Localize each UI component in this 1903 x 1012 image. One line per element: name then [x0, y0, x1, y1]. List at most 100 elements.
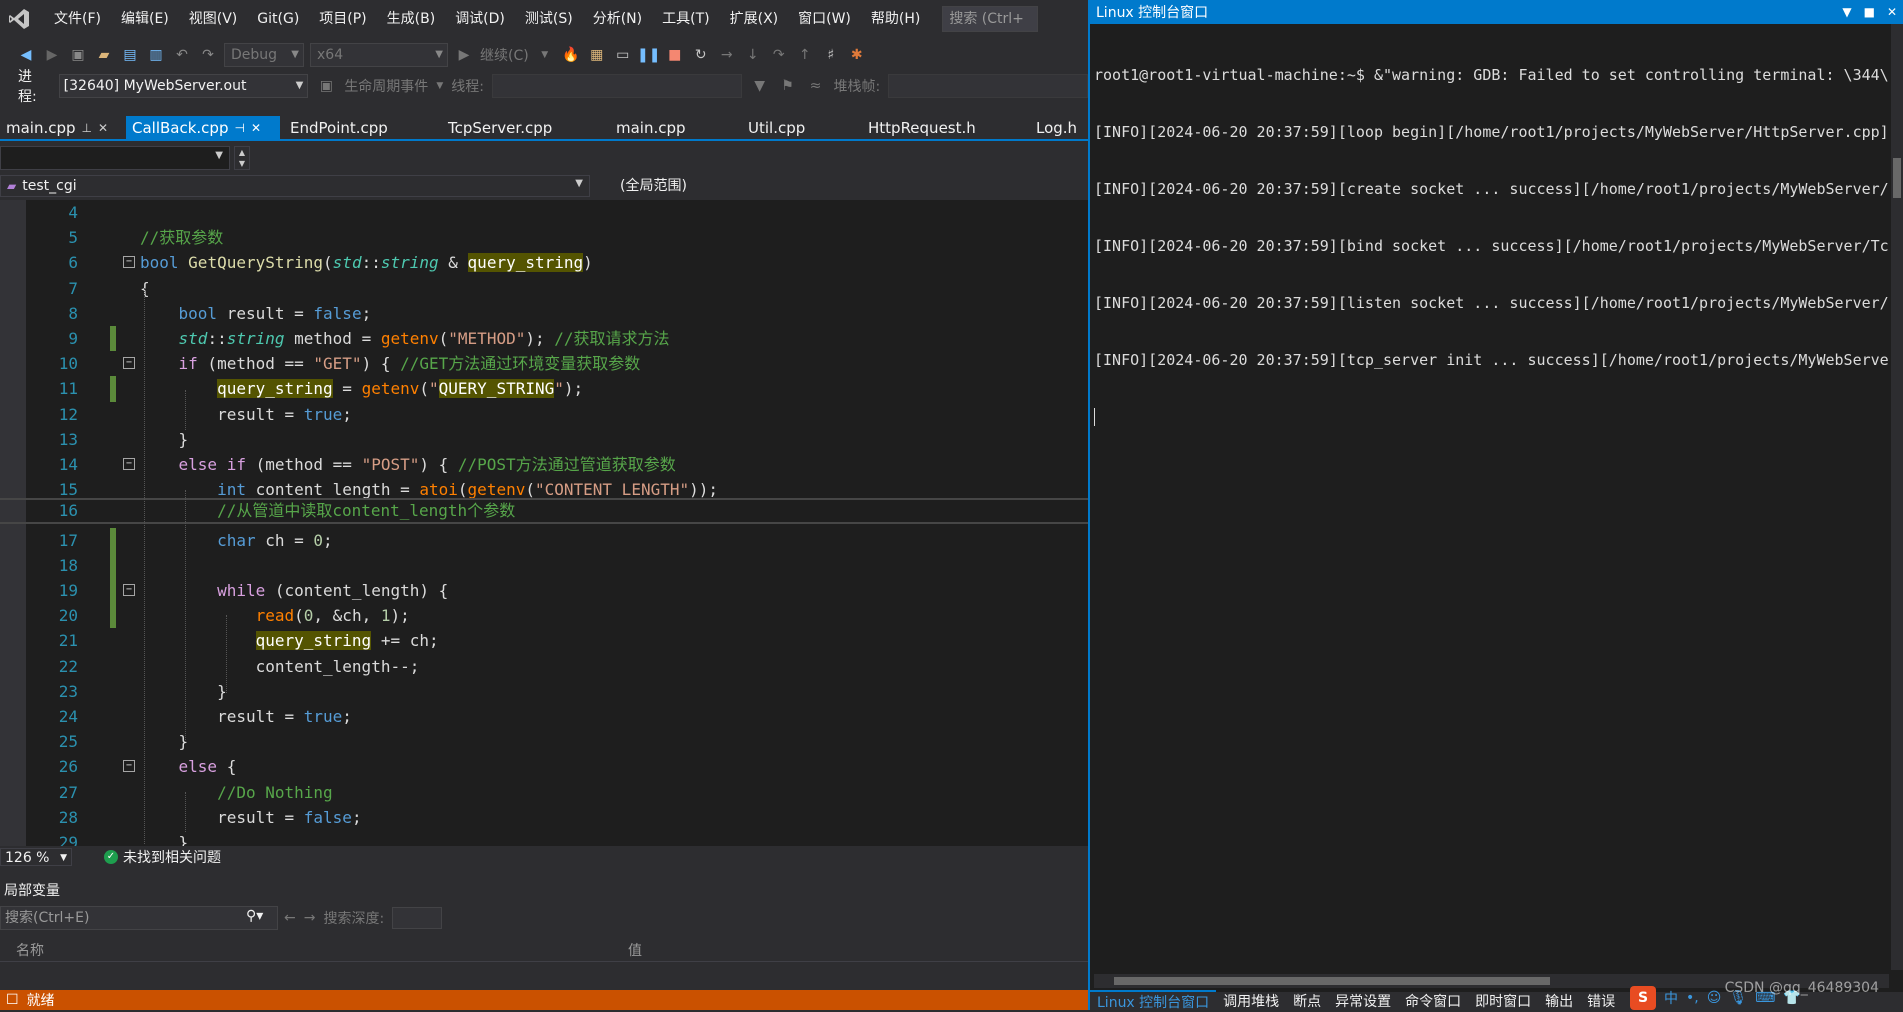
global-scope-select[interactable]: (全局范围) — [590, 175, 1088, 197]
expand-icon[interactable]: ≈ — [806, 76, 826, 96]
collapse-icon[interactable]: − — [123, 256, 135, 269]
collapse-icon[interactable]: − — [123, 357, 135, 370]
code-editor[interactable]: 4 5//获取参数 6− bool GetQueryString(std::str… — [0, 200, 1088, 846]
column-name-header[interactable]: 名称 — [16, 940, 44, 960]
menu-project[interactable]: 项目(P) — [309, 0, 376, 38]
pin-icon[interactable]: ⊥ — [82, 116, 92, 140]
console-output[interactable]: root1@root1-virtual-machine:~$ &"warning… — [1094, 28, 1889, 970]
maximize-icon[interactable]: ■ — [1864, 5, 1875, 19]
pause-icon[interactable]: ❚❚ — [637, 45, 660, 65]
tab-tcpserver-cpp[interactable]: TcpServer.cpp — [442, 116, 610, 140]
tab-linux-console[interactable]: Linux 控制台窗口 — [1090, 990, 1217, 1012]
stop-icon[interactable]: ■ — [665, 45, 685, 65]
zoom-select[interactable]: 126 % ▼ — [0, 848, 72, 866]
new-project-icon[interactable]: ▣ — [68, 45, 88, 65]
platform-select[interactable]: x64 ▼ — [310, 43, 448, 67]
tab-main-cpp[interactable]: main.cpp ⊥ ✕ — [0, 116, 126, 140]
spin-icon[interactable]: ▲ ▼ — [234, 146, 250, 170]
process-select[interactable]: [32640] MyWebServer.out ▼ — [58, 74, 309, 98]
column-value-header[interactable]: 值 — [628, 940, 642, 960]
collapse-icon[interactable]: − — [123, 458, 135, 470]
function-scope-select[interactable]: ▰ test_cgi ▼ — [0, 175, 590, 197]
tab-breakpoints[interactable]: 断点 — [1286, 991, 1328, 1011]
back-icon[interactable]: ◀ — [16, 45, 36, 65]
search-input[interactable]: 搜索 (Ctrl+ — [942, 6, 1039, 32]
sogou-ime-icon[interactable]: S — [1630, 986, 1656, 1010]
console-line: root1@root1-virtual-machine:~$ &"warning… — [1094, 66, 1889, 84]
forward-icon[interactable]: → — [304, 910, 316, 926]
tab-endpoint-cpp[interactable]: EndPoint.cpp — [280, 116, 442, 140]
filter-icon[interactable]: ▼ — [750, 76, 770, 96]
close-icon[interactable]: ✕ — [1887, 5, 1897, 19]
tab-call-stack[interactable]: 调用堆栈 — [1216, 991, 1286, 1011]
restart-icon[interactable]: ↻ — [691, 45, 711, 65]
continue-button[interactable]: 继续(C) — [480, 45, 529, 65]
menu-extensions[interactable]: 扩展(X) — [720, 0, 789, 38]
emoji-icon[interactable]: ☺ — [1707, 990, 1722, 1006]
punctuation-icon[interactable]: •, — [1686, 990, 1699, 1006]
ime-mode-label[interactable]: 中 — [1664, 988, 1678, 1008]
back-icon[interactable]: ← — [284, 910, 296, 926]
menu-build[interactable]: 生成(B) — [377, 0, 446, 38]
search-icon[interactable]: ⚲▾ — [246, 908, 263, 924]
close-icon[interactable]: ✕ — [251, 116, 261, 140]
menu-window[interactable]: 窗口(W) — [788, 0, 861, 38]
scrollbar-thumb[interactable] — [1893, 158, 1901, 198]
stackframe-select[interactable] — [888, 74, 1088, 98]
tab-log-h[interactable]: Log.h — [1030, 116, 1084, 140]
menu-view[interactable]: 视图(V) — [179, 0, 248, 38]
thread-select[interactable] — [491, 74, 742, 98]
scrollbar-thumb[interactable] — [1114, 977, 1550, 985]
screen-icon[interactable]: ▭ — [613, 45, 633, 65]
tab-httprequest-h[interactable]: HttpRequest.h — [862, 116, 1030, 140]
search-depth-select[interactable] — [392, 907, 443, 929]
find-in-files-icon[interactable]: ▦ — [587, 45, 607, 65]
flag-icon[interactable]: ⚑ — [778, 76, 798, 96]
menu-analyze[interactable]: 分析(N) — [583, 0, 652, 38]
menu-git[interactable]: Git(G) — [247, 0, 309, 38]
menu-tools[interactable]: 工具(T) — [652, 0, 719, 38]
chevron-down-icon[interactable]: ▼ — [436, 81, 443, 91]
menu-debug[interactable]: 调试(D) — [445, 0, 515, 38]
redo-icon[interactable]: ↷ — [198, 45, 218, 65]
menu-test[interactable]: 测试(S) — [515, 0, 583, 38]
pin-icon[interactable]: ⊣ — [234, 116, 244, 140]
continue-icon[interactable]: ▶ — [454, 45, 474, 65]
collapse-icon[interactable]: − — [123, 760, 135, 773]
tab-main-cpp-2[interactable]: main.cpp — [610, 116, 742, 140]
forward-icon[interactable]: ▶ — [42, 45, 62, 65]
tab-immediate-window[interactable]: 即时窗口 — [1468, 991, 1538, 1011]
close-icon[interactable]: ✕ — [98, 116, 108, 140]
configuration-select[interactable]: Debug ▼ — [224, 43, 304, 67]
issues-status[interactable]: 未找到相关问题 — [123, 847, 221, 867]
tab-errors[interactable]: 错误 — [1580, 991, 1622, 1011]
locals-search-input[interactable]: 搜索(Ctrl+E) — [0, 906, 278, 930]
vertical-scrollbar[interactable] — [1891, 24, 1903, 970]
project-combo[interactable]: ▼ — [0, 146, 230, 170]
window-position-icon[interactable]: ▼ — [1842, 5, 1851, 19]
undo-icon[interactable]: ↶ — [172, 45, 192, 65]
visual-studio-logo-icon[interactable] — [4, 4, 34, 34]
tab-exception-settings[interactable]: 异常设置 — [1328, 991, 1398, 1011]
collapse-icon[interactable]: − — [123, 584, 135, 596]
menu-help[interactable]: 帮助(H) — [861, 0, 930, 38]
tab-callback-cpp[interactable]: CallBack.cpp ⊣ ✕ — [126, 116, 280, 140]
step-into-icon[interactable]: ↓ — [743, 45, 763, 65]
menu-edit[interactable]: 编辑(E) — [111, 0, 179, 38]
tab-util-cpp[interactable]: Util.cpp — [742, 116, 862, 140]
open-folder-icon[interactable]: ▰ — [94, 45, 114, 65]
step-out-icon[interactable]: ↑ — [795, 45, 815, 65]
extensions-icon[interactable]: ✱ — [847, 45, 867, 65]
tab-output[interactable]: 输出 — [1538, 991, 1580, 1011]
chevron-down-icon[interactable]: ▼ — [535, 45, 555, 65]
hot-reload-icon[interactable]: 🔥 — [561, 45, 581, 65]
lifecycle-events-button[interactable]: 生命周期事件 — [344, 76, 428, 96]
step-over-icon[interactable]: ↷ — [769, 45, 789, 65]
lifecycle-icon[interactable]: ▣ — [316, 76, 336, 96]
hex-display-icon[interactable]: ♯ — [821, 45, 841, 65]
menu-file[interactable]: 文件(F) — [44, 0, 111, 38]
save-all-icon[interactable]: ▥ — [146, 45, 166, 65]
show-next-statement-icon[interactable]: → — [717, 45, 737, 65]
tab-command-window[interactable]: 命令窗口 — [1398, 991, 1468, 1011]
save-icon[interactable]: ▤ — [120, 45, 140, 65]
